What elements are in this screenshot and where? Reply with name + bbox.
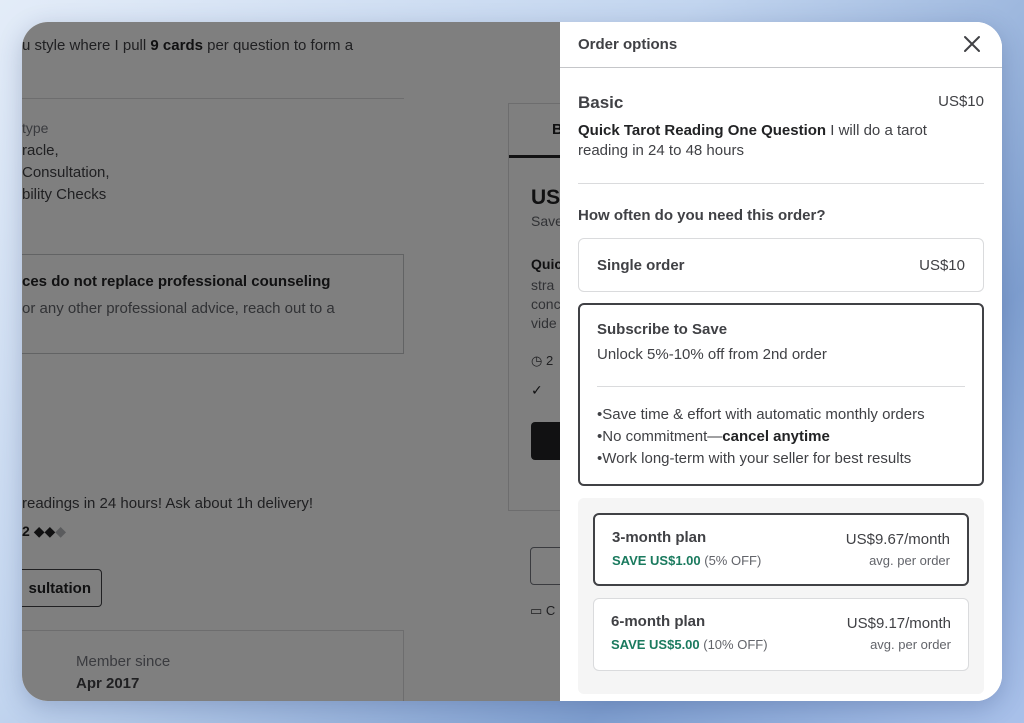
subscribe-to-save-option[interactable]: Subscribe to Save Unlock 5%-10% off from… [578,303,984,486]
single-order-price: US$10 [919,257,965,274]
plan-name: 6-month plan [611,613,706,630]
plan-savings: SAVE US$5.00 (10% OFF) [611,637,768,652]
plan-price: US$9.17/month [846,615,951,632]
subscribe-subtitle: Unlock 5%-10% off from 2nd order [597,346,827,363]
package-name: Basic [578,93,624,112]
plan-price-note: avg. per order [870,637,951,652]
divider [597,386,965,387]
plan-savings: SAVE US$1.00 (5% OFF) [612,553,762,568]
package-price: US$10 [938,93,984,110]
plan-option-3-month[interactable]: 3-month plan SAVE US$1.00 (5% OFF) US$9.… [593,513,969,586]
drawer-header: Order options [560,22,1002,68]
plan-option-6-month[interactable]: 6-month plan SAVE US$5.00 (10% OFF) US$9… [593,598,969,671]
app-window: u style where I pull 9 cards per questio… [22,22,1002,701]
close-button[interactable] [960,32,984,56]
single-order-label: Single order [597,257,685,274]
order-options-drawer: Order options Basic US$10 Quick Tarot Re… [560,22,1002,701]
benefit-item: •Save time & effort with automatic month… [597,406,925,423]
modal-overlay[interactable] [22,22,560,701]
benefit-item: •No commitment—cancel anytime [597,428,830,445]
benefit-item: •Work long-term with your seller for bes… [597,450,912,467]
subscribe-title: Subscribe to Save [597,321,728,338]
drawer-title: Order options [578,36,678,53]
plan-price-note: avg. per order [869,553,950,568]
divider [578,183,984,184]
single-order-option[interactable]: Single order US$10 [578,238,984,292]
plan-options: 3-month plan SAVE US$1.00 (5% OFF) US$9.… [578,498,984,694]
close-icon [960,32,984,56]
plan-name: 3-month plan [612,529,707,546]
plan-price: US$9.67/month [845,531,950,548]
package-description: Quick Tarot Reading One Question I will … [578,122,927,159]
frequency-question: How often do you need this order? [578,207,826,224]
